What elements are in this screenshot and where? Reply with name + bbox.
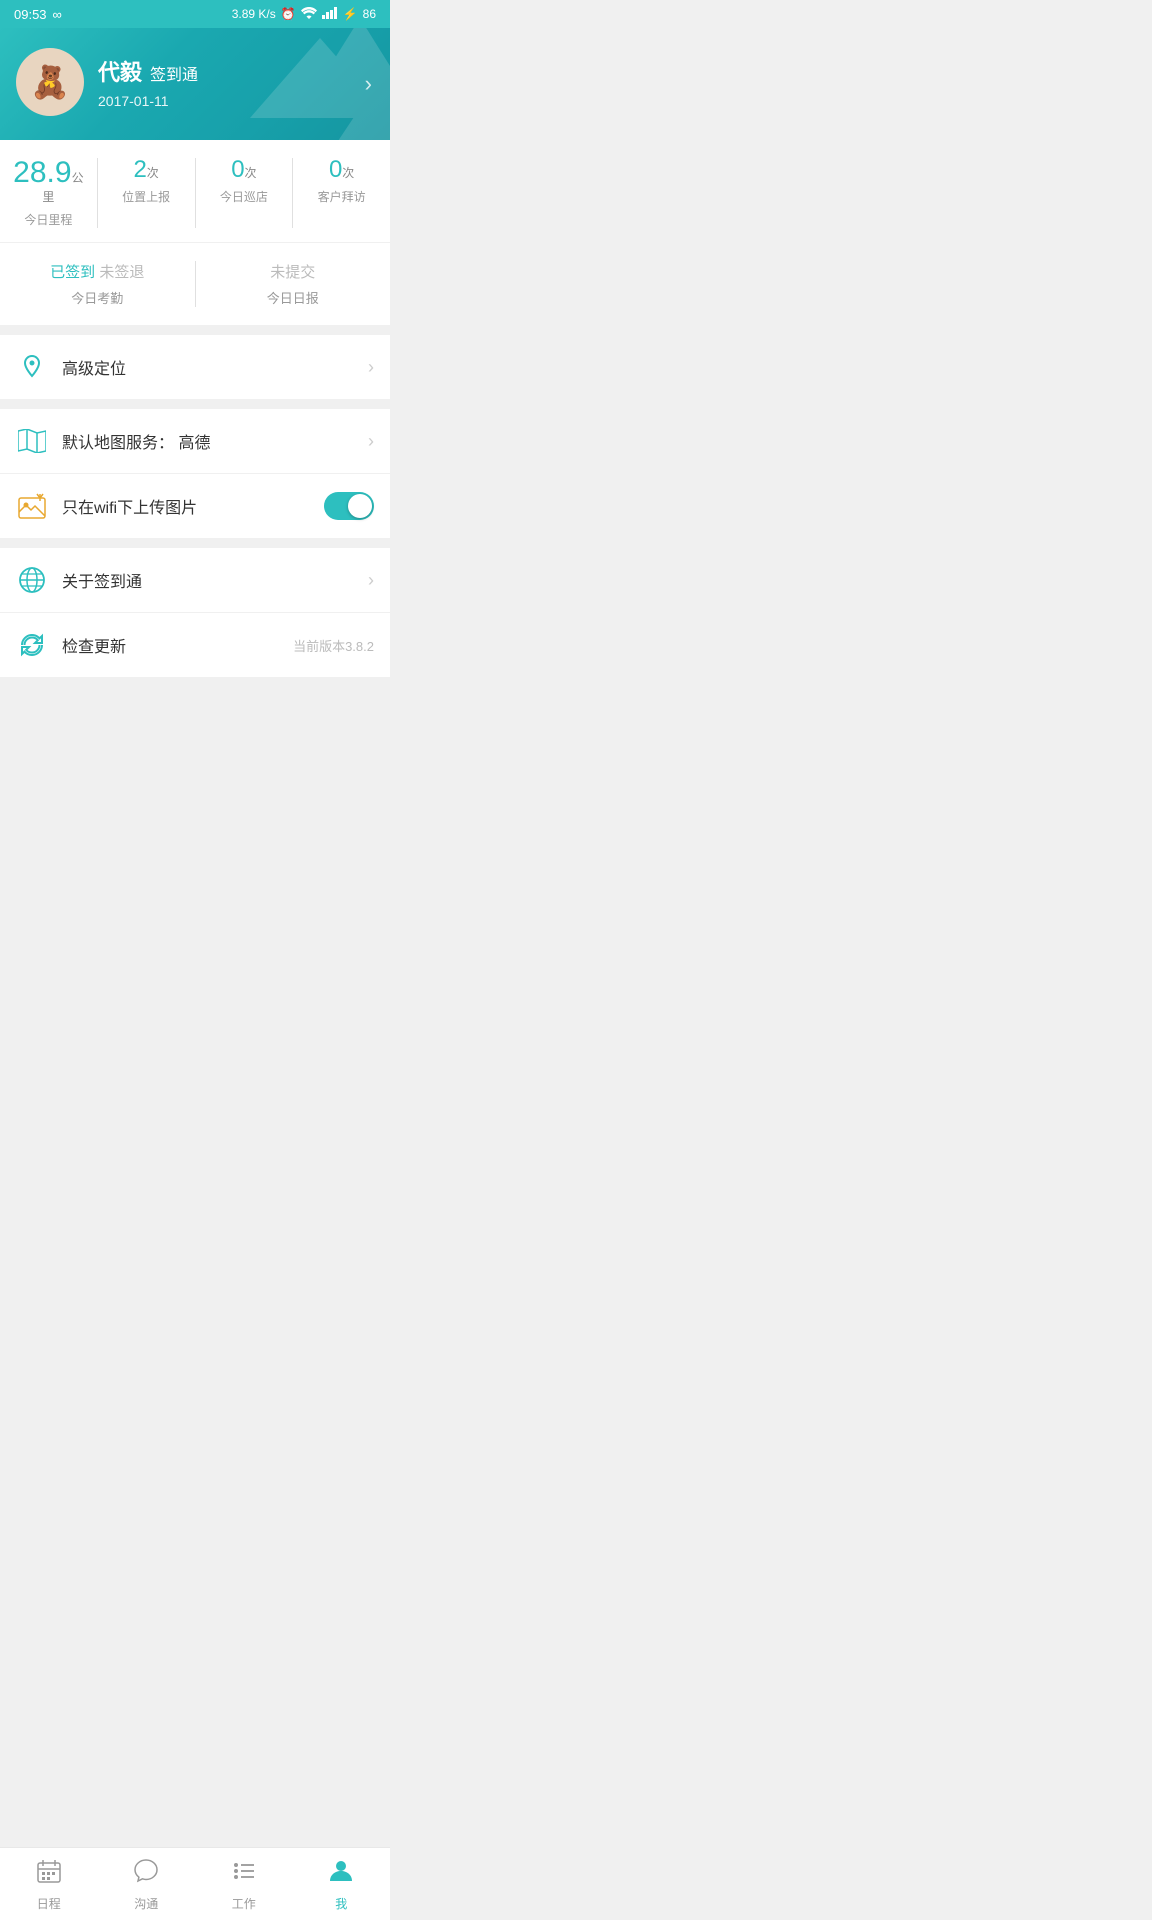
status-left: 09:53 ∞ — [14, 7, 62, 22]
globe-icon — [16, 564, 48, 596]
header-info: 代毅 签到通 2017-01-11 — [98, 55, 198, 109]
menu-item-about[interactable]: 关于签到通 › — [0, 548, 390, 613]
menu-wifi-label: 只在wifi下上传图片 — [62, 494, 324, 518]
attendance-checkin: 已签到 未签退 今日考勤 — [0, 261, 196, 307]
refresh-icon — [16, 629, 48, 661]
nav-item-work[interactable]: 工作 — [195, 1848, 293, 1920]
nav-me-label: 我 — [335, 1895, 347, 1912]
menu-item-location[interactable]: 高级定位 › — [0, 335, 390, 399]
attendance-status-text: 已签到 未签退 — [16, 261, 179, 282]
map-icon — [16, 425, 48, 457]
list-icon — [231, 1858, 257, 1891]
nav-schedule-label: 日程 — [37, 1895, 61, 1912]
header-name-row: 代毅 签到通 — [98, 55, 198, 87]
menu-item-map[interactable]: 默认地图服务： 高德 › — [0, 409, 390, 474]
stat-distance: 28.9公里 今日里程 — [0, 158, 98, 228]
menu-map-arrow: › — [368, 431, 374, 452]
stat-customer-visit: 0次 客户拜访 — [293, 158, 390, 228]
status-infinity: ∞ — [53, 7, 62, 22]
chat-icon — [133, 1858, 159, 1891]
attendance-section: 已签到 未签退 今日考勤 未提交 今日日报 — [0, 243, 390, 325]
signed-out-status: 未签退 — [99, 264, 144, 281]
status-wifi-icon — [301, 7, 317, 22]
menu-item-wifi[interactable]: 只在wifi下上传图片 — [0, 474, 390, 538]
stat-customer-number: 0次 — [301, 158, 382, 182]
nav-chat-label: 沟通 — [134, 1895, 158, 1912]
section-gap-3 — [0, 538, 390, 548]
section-gap-1 — [0, 325, 390, 335]
menu-about-arrow: › — [368, 570, 374, 591]
section-gap-2 — [0, 399, 390, 409]
calendar-icon — [36, 1858, 62, 1891]
bottom-padding — [0, 677, 390, 742]
nav-item-schedule[interactable]: 日程 — [0, 1848, 98, 1920]
nav-item-chat[interactable]: 沟通 — [98, 1848, 196, 1920]
avatar-image: 🧸 — [16, 48, 84, 116]
stat-distance-number: 28.9公里 — [8, 158, 89, 205]
menu-location-label: 高级定位 — [62, 355, 368, 379]
stat-location: 2次 位置上报 — [98, 158, 196, 228]
location-icon — [16, 351, 48, 383]
bottom-nav: 日程 沟通 工作 我 — [0, 1847, 390, 1920]
stat-location-number: 2次 — [106, 158, 187, 182]
attendance-checkin-label: 今日考勤 — [16, 288, 179, 307]
status-battery: 86 — [363, 7, 376, 21]
toggle-knob — [348, 494, 372, 518]
profile-arrow[interactable]: › — [365, 71, 372, 97]
status-charging-icon: ⚡ — [343, 7, 358, 21]
avatar: 🧸 — [16, 48, 84, 116]
report-status: 未提交 — [212, 261, 375, 282]
report-pending-status: 未提交 — [270, 264, 315, 281]
menu-section-map-wifi: 默认地图服务： 高德 › 只在wifi下上传图片 — [0, 409, 390, 538]
status-signal-icon — [322, 7, 338, 22]
person-icon — [328, 1858, 354, 1891]
stats-section: 28.9公里 今日里程 2次 位置上报 0次 今日巡店 0次 客户拜访 — [0, 140, 390, 242]
app-name: 签到通 — [150, 61, 198, 85]
menu-location-arrow: › — [368, 357, 374, 378]
status-right: 3.89 K/s ⏰ ⚡ 86 — [232, 7, 376, 22]
header-date: 2017-01-11 — [98, 93, 198, 109]
menu-section-location: 高级定位 › — [0, 335, 390, 399]
stat-store-number: 0次 — [204, 158, 285, 182]
status-time: 09:53 — [14, 7, 47, 22]
menu-map-label: 默认地图服务： 高德 — [62, 429, 368, 453]
menu-about-label: 关于签到通 — [62, 568, 368, 592]
user-name: 代毅 — [98, 55, 142, 87]
status-bar: 09:53 ∞ 3.89 K/s ⏰ ⚡ 86 — [0, 0, 390, 28]
image-upload-icon — [16, 490, 48, 522]
nav-item-me[interactable]: 我 — [293, 1848, 391, 1920]
attendance-report-label: 今日日报 — [212, 288, 375, 307]
stat-store-visit: 0次 今日巡店 — [196, 158, 294, 228]
nav-work-label: 工作 — [232, 1895, 256, 1912]
wifi-toggle[interactable] — [324, 492, 374, 520]
profile-header[interactable]: 🧸 代毅 签到通 2017-01-11 › — [0, 28, 390, 140]
menu-update-label: 检查更新 — [62, 633, 293, 657]
status-speed: 3.89 K/s — [232, 7, 276, 21]
signed-in-status: 已签到 — [50, 264, 95, 281]
menu-item-update[interactable]: 检查更新 当前版本3.8.2 — [0, 613, 390, 677]
menu-section-about: 关于签到通 › 检查更新 当前版本3.8.2 — [0, 548, 390, 677]
menu-update-version: 当前版本3.8.2 — [293, 636, 374, 655]
status-clock-icon: ⏰ — [281, 7, 296, 21]
attendance-report: 未提交 今日日报 — [196, 261, 391, 307]
